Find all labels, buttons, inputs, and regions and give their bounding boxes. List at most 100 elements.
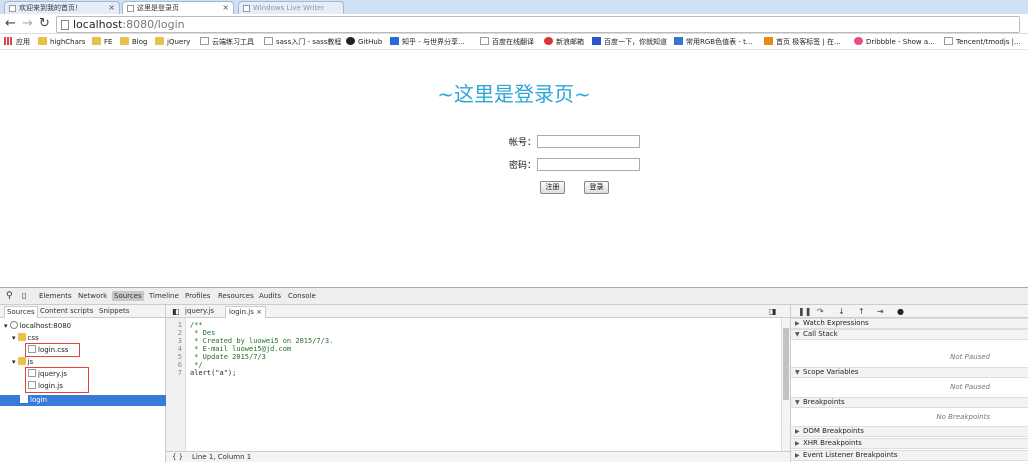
section-event-listener-breakpoints[interactable]: ▶ Event Listener Breakpoints [791, 450, 1028, 461]
folder-icon [120, 37, 129, 45]
address-bar[interactable]: localhost:8080/login [56, 16, 1020, 33]
editor-scrollbar[interactable] [781, 318, 790, 451]
globe-icon [9, 321, 18, 329]
page-favicon-icon [127, 5, 134, 12]
close-tab-icon[interactable]: × [222, 2, 229, 14]
close-tab-icon[interactable]: × [108, 2, 115, 14]
forward-arrow-icon[interactable]: → [22, 16, 33, 32]
devtools-tab-audits[interactable]: Audits [259, 291, 281, 301]
bookmark-baidu[interactable]: 百度一下，你就知道 [592, 37, 667, 47]
browser-tab-home[interactable]: 欢迎来到我的首页！ × [4, 1, 120, 14]
bookmark-geek[interactable]: 首页 极客标签 | 在... [764, 37, 841, 47]
device-mode-icon[interactable]: ▯ [22, 291, 26, 301]
bookmark-rgb[interactable]: 常用RGB色值表 - t... [674, 37, 753, 47]
bookmark-blog[interactable]: Blog [120, 37, 147, 47]
collapse-icon: ▼ [795, 399, 800, 406]
editor-tab-jquery-js[interactable]: jquery.js [182, 306, 217, 317]
devtools-tab-elements[interactable]: Elements [39, 291, 72, 301]
expand-icon: ▶ [795, 452, 800, 459]
devtools-tab-resources[interactable]: Resources [218, 291, 254, 301]
folder-icon [92, 37, 101, 45]
account-input[interactable] [537, 135, 640, 148]
page-favicon-icon [9, 5, 16, 12]
apps-grid-icon [4, 37, 13, 45]
editor-tab-login-js[interactable]: login.js × [225, 306, 266, 318]
browser-tab-windows-live-writer[interactable]: Windows Live Writer [238, 1, 344, 14]
browser-tab-label: Windows Live Writer [253, 4, 325, 12]
browser-tab-login[interactable]: 这里是登录页 × [122, 1, 234, 14]
bookmark-sina-mail[interactable]: 新浪邮箱 [544, 37, 584, 47]
login-button[interactable]: 登录 [584, 181, 609, 194]
code-line[interactable]: * Update 2015/7/3 [190, 353, 266, 361]
code-editor: ◧ jquery.js login.js × ◨ 1 2 3 4 5 6 7 /… [166, 305, 791, 462]
page-icon [264, 37, 273, 45]
scrollbar-thumb[interactable] [783, 328, 789, 400]
code-line[interactable]: */ [190, 361, 202, 369]
line-number: 4 [177, 345, 182, 353]
expand-icon: ▶ [795, 440, 800, 447]
navigator-tab-sources[interactable]: Sources [4, 306, 38, 318]
pause-icon[interactable]: ❚❚ [798, 306, 811, 317]
devtools-tab-console[interactable]: Console [288, 291, 316, 301]
toggle-debugger-icon[interactable]: ◨ [766, 306, 780, 317]
devtools-tab-timeline[interactable]: Timeline [149, 291, 179, 301]
bookmark-zhihu[interactable]: 知乎 - 与世界分享... [390, 37, 465, 47]
section-scope-variables[interactable]: ▼ Scope Variables [791, 367, 1028, 378]
bookmark-github[interactable]: GitHub [346, 37, 382, 47]
bookmark-sass[interactable]: sass入门 - sass教程 [264, 37, 341, 47]
inspect-search-icon[interactable]: ⚲ [6, 291, 13, 301]
register-button[interactable]: 注册 [540, 181, 565, 194]
close-tab-icon[interactable]: × [256, 308, 262, 316]
bookmark-tmodjs[interactable]: Tencent/tmodjs |... [944, 37, 1021, 47]
collapse-icon: ▼ [795, 331, 800, 338]
file-icon [20, 395, 28, 403]
reload-icon[interactable]: ↻ [39, 16, 50, 32]
folder-icon [17, 357, 26, 365]
section-call-stack[interactable]: ▼ Call Stack [791, 329, 1028, 340]
zhihu-icon [390, 37, 399, 45]
code-line[interactable]: * Des [190, 329, 215, 337]
line-number: 1 [177, 321, 182, 329]
bookmark-fe[interactable]: FE [92, 37, 112, 47]
devtools-tab-sources[interactable]: Sources [112, 291, 144, 301]
section-watch-expressions[interactable]: ▶ Watch Expressions [791, 318, 1028, 329]
navigator-tab-content-scripts[interactable]: Content scripts [38, 306, 95, 317]
browser-tab-strip: 欢迎来到我的首页！ × 这里是登录页 × Windows Live Writer [0, 0, 1028, 14]
code-line[interactable]: /** [190, 321, 203, 329]
pause-on-exceptions-icon[interactable]: ● [897, 306, 904, 317]
bookmark-dribbble[interactable]: Dribbble - Show a... [854, 37, 935, 47]
account-label: 帐号： [509, 138, 537, 148]
section-dom-breakpoints[interactable]: ▶ DOM Breakpoints [791, 426, 1028, 437]
devtools-tab-profiles[interactable]: Profiles [185, 291, 210, 301]
password-input[interactable] [537, 158, 640, 171]
rgb-site-icon [674, 37, 683, 45]
section-xhr-breakpoints[interactable]: ▶ XHR Breakpoints [791, 438, 1028, 449]
navigator-tab-snippets[interactable]: Snippets [97, 306, 131, 317]
toggle-navigator-icon[interactable]: ◧ [169, 306, 183, 317]
devtools-tab-network[interactable]: Network [78, 291, 107, 301]
page-icon [61, 20, 69, 30]
bookmark-highchars[interactable]: highChars [38, 37, 85, 47]
bookmark-jquery[interactable]: jQuery [155, 37, 190, 47]
bookmark-cloud-tool[interactable]: 云端练习工具 [200, 37, 254, 47]
step-over-icon[interactable]: ↷ [817, 306, 824, 317]
deactivate-breakpoints-icon[interactable]: ⇥ [877, 306, 884, 317]
code-line[interactable]: * E-mail luowei5@jd.com [190, 345, 291, 353]
line-number: 2 [177, 329, 182, 337]
page-icon [944, 37, 953, 45]
editor-status-bar: { } Line 1, Column 1 [166, 451, 790, 462]
navigator-tabs: Sources Content scripts Snippets [0, 305, 165, 318]
address-url: localhost:8080/login [73, 18, 185, 31]
step-into-icon[interactable]: ↓ [838, 306, 845, 317]
code-line[interactable]: * Created by luowei5 on 2015/7/3. [190, 337, 333, 345]
tree-host[interactable]: ▾ localhost:8080 [4, 321, 71, 332]
line-number: 7 [177, 369, 182, 377]
code-line[interactable]: alert("a"); [190, 369, 236, 377]
bookmark-apps[interactable]: 应用 [4, 37, 30, 47]
tree-item-login[interactable]: login [20, 395, 47, 406]
bookmark-baidu-translate[interactable]: 百度在线翻译 [480, 37, 534, 47]
line-number: 3 [177, 337, 182, 345]
section-breakpoints[interactable]: ▼ Breakpoints [791, 397, 1028, 408]
back-arrow-icon[interactable]: ← [5, 16, 16, 32]
step-out-icon[interactable]: ↑ [858, 306, 865, 317]
